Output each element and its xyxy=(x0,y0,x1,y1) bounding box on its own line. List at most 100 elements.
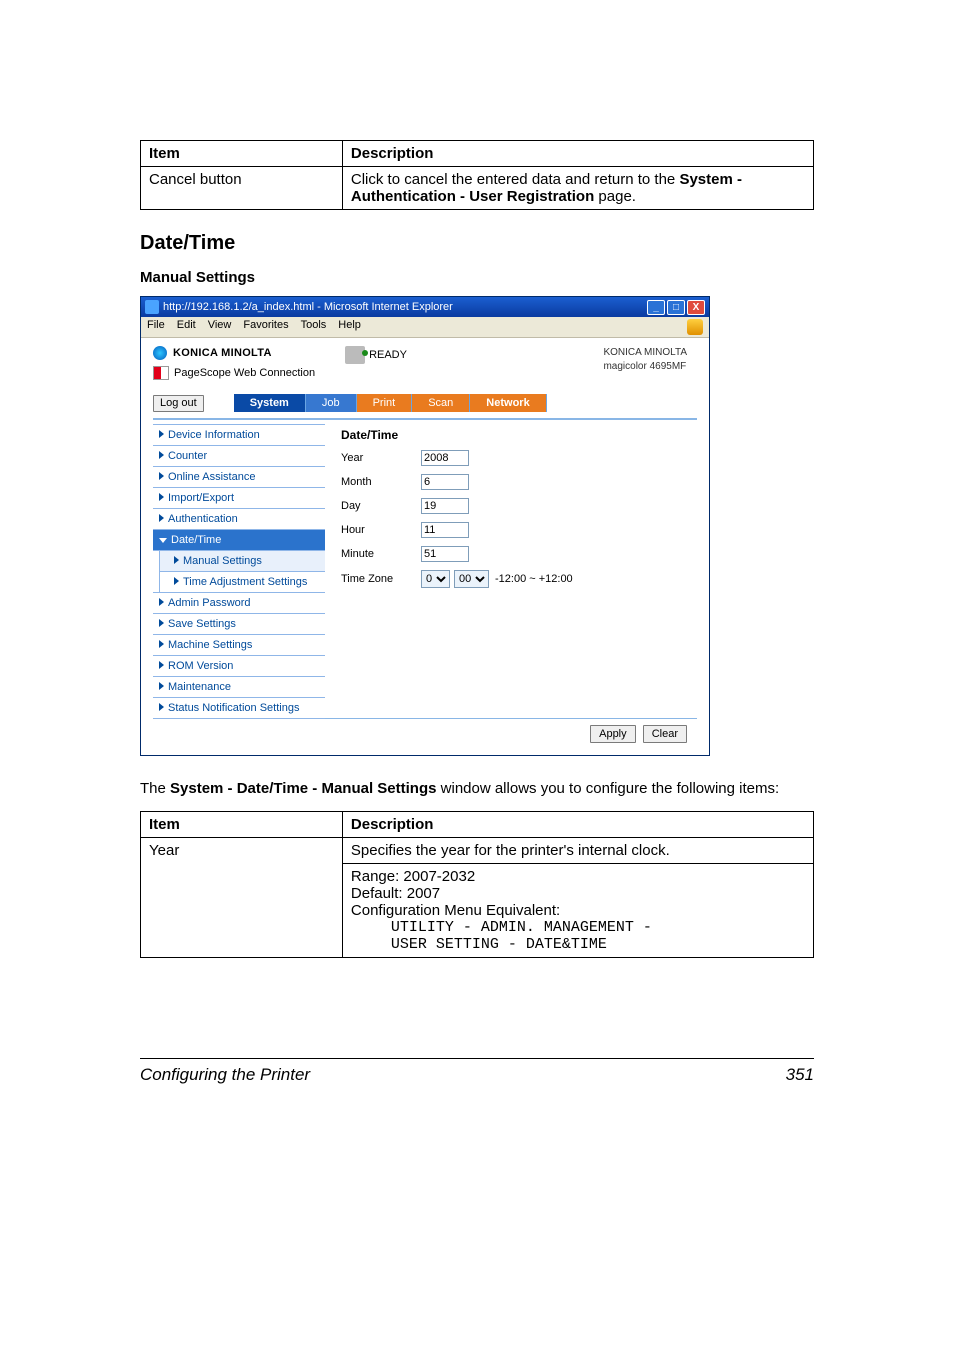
arrow-icon xyxy=(174,556,179,564)
menu-favorites[interactable]: Favorites xyxy=(243,319,288,335)
nav-label: Device Information xyxy=(168,429,260,441)
tab-print[interactable]: Print xyxy=(357,394,413,412)
tz-hour-select[interactable]: 0 xyxy=(421,570,450,588)
nav-label: Manual Settings xyxy=(183,555,262,567)
menu-help[interactable]: Help xyxy=(338,319,361,335)
menu-view[interactable]: View xyxy=(208,319,232,335)
arrow-icon xyxy=(159,661,164,669)
nav-machine-settings[interactable]: Machine Settings xyxy=(153,634,325,656)
model-line1: KONICA MINOLTA xyxy=(603,346,687,360)
model-info: KONICA MINOLTA magicolor 4695MF xyxy=(603,346,697,374)
tz-range: -12:00 ~ +12:00 xyxy=(495,573,573,585)
sidebar: Device Information Counter Online Assist… xyxy=(153,424,325,718)
day-label: Day xyxy=(341,500,421,512)
minute-input[interactable] xyxy=(421,546,469,562)
form-area: Date/Time Year Month Day Hour xyxy=(325,424,697,718)
browser-window: http://192.168.1.2/a_index.html - Micros… xyxy=(140,296,710,756)
nav-date-time[interactable]: Date/Time xyxy=(153,529,325,551)
nav-label: Admin Password xyxy=(168,597,251,609)
nav-rom-version[interactable]: ROM Version xyxy=(153,655,325,677)
section-heading: Date/Time xyxy=(140,232,814,255)
nav-maintenance[interactable]: Maintenance xyxy=(153,676,325,698)
cancel-item: Cancel button xyxy=(141,167,343,210)
arrow-icon xyxy=(159,430,164,438)
divider xyxy=(153,418,697,420)
brand-text: KONICA MINOLTA xyxy=(173,347,272,359)
year-cfg: Configuration Menu Equivalent: xyxy=(351,902,805,919)
year-input[interactable] xyxy=(421,450,469,466)
year-item: Year xyxy=(141,837,343,957)
nav-label: Online Assistance xyxy=(168,471,255,483)
day-input[interactable] xyxy=(421,498,469,514)
sub-heading: Manual Settings xyxy=(140,269,814,286)
year-code2: USER SETTING - DATE&TIME xyxy=(351,936,805,953)
arrow-icon xyxy=(159,514,164,522)
window-title: http://192.168.1.2/a_index.html - Micros… xyxy=(163,301,647,313)
menu-tools[interactable]: Tools xyxy=(301,319,327,335)
nav-import-export[interactable]: Import/Export xyxy=(153,487,325,509)
col2-item: Item xyxy=(141,811,343,837)
nav-label: Authentication xyxy=(168,513,238,525)
nav-authentication[interactable]: Authentication xyxy=(153,508,325,530)
arrow-down-icon xyxy=(159,538,167,543)
footer-left: Configuring the Printer xyxy=(140,1065,310,1085)
nav-online-assistance[interactable]: Online Assistance xyxy=(153,466,325,488)
cancel-desc: Click to cancel the entered data and ret… xyxy=(342,167,813,210)
model-line2: magicolor 4695MF xyxy=(603,360,687,374)
button-bar: Apply Clear xyxy=(153,718,697,749)
col2-desc: Description xyxy=(342,811,813,837)
nav-label: Date/Time xyxy=(171,534,221,546)
col-desc: Description xyxy=(342,141,813,167)
nav-device-information[interactable]: Device Information xyxy=(153,424,325,446)
tz-label: Time Zone xyxy=(341,573,421,585)
year-default: Default: 2007 xyxy=(351,885,805,902)
tz-min-select[interactable]: 00 xyxy=(454,570,489,588)
form-heading: Date/Time xyxy=(341,428,697,442)
minute-label: Minute xyxy=(341,548,421,560)
desc-post: page. xyxy=(594,188,636,205)
maximize-button[interactable]: □ xyxy=(667,300,685,315)
month-input[interactable] xyxy=(421,474,469,490)
apply-button[interactable]: Apply xyxy=(590,725,636,743)
caption: The System - Date/Time - Manual Settings… xyxy=(140,778,814,801)
nav-admin-password[interactable]: Admin Password xyxy=(153,592,325,614)
arrow-icon xyxy=(159,493,164,501)
tab-scan[interactable]: Scan xyxy=(412,394,470,412)
year-label: Year xyxy=(341,452,421,464)
tab-bar: System Job Print Scan Network xyxy=(234,394,547,412)
minimize-button[interactable]: _ xyxy=(647,300,665,315)
nav-label: Import/Export xyxy=(168,492,234,504)
nav-save-settings[interactable]: Save Settings xyxy=(153,613,325,635)
clear-button[interactable]: Clear xyxy=(643,725,687,743)
nav-counter[interactable]: Counter xyxy=(153,445,325,467)
desc-pre: Click to cancel the entered data and ret… xyxy=(351,171,680,188)
ie-icon xyxy=(145,300,159,314)
year-code1: UTILITY - ADMIN. MANAGEMENT - xyxy=(351,919,805,936)
nav-manual-settings[interactable]: Manual Settings xyxy=(160,550,325,572)
tab-network[interactable]: Network xyxy=(470,394,546,412)
nav-label: Machine Settings xyxy=(168,639,252,651)
caption-bold: System - Date/Time - Manual Settings xyxy=(170,780,436,797)
cancel-table: Item Description Cancel button Click to … xyxy=(140,140,814,210)
year-table: Item Description Year Specifies the year… xyxy=(140,811,814,958)
col-item: Item xyxy=(141,141,343,167)
hour-input[interactable] xyxy=(421,522,469,538)
nav-label: Counter xyxy=(168,450,207,462)
year-line1: Specifies the year for the printer's int… xyxy=(342,837,813,863)
menu-edit[interactable]: Edit xyxy=(177,319,196,335)
close-button[interactable]: X xyxy=(687,300,705,315)
windows-flag-icon xyxy=(687,319,703,335)
nav-label: Save Settings xyxy=(168,618,236,630)
menu-file[interactable]: File xyxy=(147,319,165,335)
tab-system[interactable]: System xyxy=(234,394,306,412)
pagescope-icon xyxy=(153,366,169,380)
nav-label: Time Adjustment Settings xyxy=(183,576,307,588)
arrow-icon xyxy=(159,682,164,690)
logout-button[interactable]: Log out xyxy=(153,395,204,412)
status-text: READY xyxy=(369,349,407,361)
arrow-icon xyxy=(159,451,164,459)
tab-job[interactable]: Job xyxy=(306,394,357,412)
nav-time-adjustment[interactable]: Time Adjustment Settings xyxy=(160,571,325,593)
month-label: Month xyxy=(341,476,421,488)
nav-status-notification[interactable]: Status Notification Settings xyxy=(153,697,325,719)
